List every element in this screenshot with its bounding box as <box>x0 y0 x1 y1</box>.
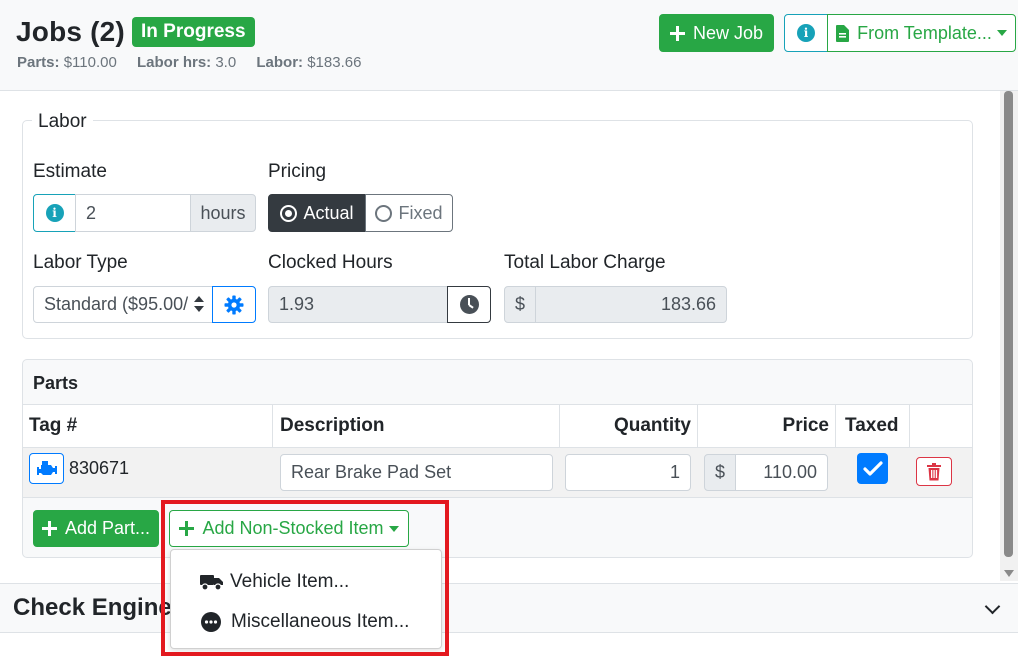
part-taxed-checkbox[interactable] <box>857 453 888 484</box>
scrollbar-thumb[interactable] <box>1004 91 1013 557</box>
add-part-button[interactable]: Add Part... <box>33 510 159 547</box>
column-header-tag: Tag # <box>29 414 78 436</box>
new-job-button[interactable]: New Job <box>659 14 774 52</box>
column-header-taxed: Taxed <box>845 414 899 436</box>
estimate-label: Estimate <box>33 161 107 182</box>
part-quantity-input[interactable]: 1 <box>565 454 691 491</box>
part-engine-button[interactable] <box>29 453 64 484</box>
labor-hrs-summary-value: 3.0 <box>215 54 237 71</box>
pricing-fixed-option[interactable]: Fixed <box>365 194 453 232</box>
clock-icon <box>459 295 479 314</box>
parts-title: Parts <box>33 373 79 393</box>
pricing-actual-label: Actual <box>303 202 354 223</box>
plus-icon <box>41 521 57 536</box>
currency-addon: $ <box>504 286 536 323</box>
from-template-dropdown[interactable]: From Template... <box>827 14 1016 52</box>
total-labor-charge-label: Total Labor Charge <box>504 252 666 273</box>
add-part-label: Add Part... <box>64 518 151 538</box>
clocked-hours-label: Clocked Hours <box>268 252 393 273</box>
total-labor-charge-field: 183.66 <box>535 286 727 323</box>
trash-icon <box>927 462 941 480</box>
radio-checked-icon <box>280 204 298 222</box>
labor-hrs-summary-label: Labor hrs: <box>136 54 212 71</box>
caret-down-icon <box>996 30 1007 36</box>
parts-summary-value: $110.00 <box>63 54 117 71</box>
labor-type-select[interactable]: Standard ($95.00/ <box>33 286 213 323</box>
part-tag-number: 830671 <box>69 458 130 478</box>
new-job-label: New Job <box>692 22 764 43</box>
clocked-hours-button[interactable] <box>447 286 491 323</box>
parts-table-header <box>23 404 972 447</box>
price-currency-addon: $ <box>704 454 736 491</box>
clocked-hours-field: 1.93 <box>268 286 448 323</box>
estimate-info-button[interactable]: i <box>33 194 76 232</box>
check-engine-title: Check Engine <box>13 594 172 621</box>
labor-type-settings-button[interactable] <box>212 286 256 323</box>
scroll-down-arrow-icon[interactable] <box>1004 570 1014 577</box>
parts-summary-label: Parts: <box>17 54 60 71</box>
estimate-input[interactable]: 2 <box>75 194 191 232</box>
scrollbar[interactable] <box>1000 91 1018 581</box>
labor-summary-value: $183.66 <box>307 54 362 71</box>
column-header-price: Price <box>782 414 829 436</box>
plus-icon <box>669 25 685 41</box>
column-header-quantity: Quantity <box>613 414 691 436</box>
labor-type-label: Labor Type <box>33 252 128 273</box>
job-summary: Parts: $110.00 Labor hrs: 3.0 Labor: $18… <box>17 54 377 71</box>
pricing-label: Pricing <box>268 161 327 182</box>
labor-type-value: Standard ($95.00/ <box>44 294 189 314</box>
status-badge: In Progress <box>132 17 255 47</box>
engine-icon <box>36 461 57 475</box>
column-header-description: Description <box>280 414 385 436</box>
labor-legend: Labor <box>32 111 93 133</box>
page-title: Jobs (2) <box>16 16 125 47</box>
radio-unchecked-icon <box>375 204 393 222</box>
check-icon <box>862 460 883 476</box>
part-price-input[interactable]: 110.00 <box>735 454 828 491</box>
pricing-actual-option[interactable]: Actual <box>268 194 366 232</box>
file-icon <box>836 24 850 42</box>
gear-icon <box>224 295 244 314</box>
labor-summary-label: Labor: <box>256 54 304 71</box>
part-description-input[interactable]: Rear Brake Pad Set <box>280 454 553 491</box>
info-icon: i <box>45 204 64 222</box>
template-info-button[interactable]: i <box>784 14 828 52</box>
from-template-label: From Template... <box>857 22 992 43</box>
estimate-unit: hours <box>190 194 256 232</box>
delete-part-button[interactable] <box>916 457 952 486</box>
info-icon: i <box>797 24 815 42</box>
pricing-fixed-label: Fixed <box>398 202 443 223</box>
select-arrows-icon <box>194 296 204 312</box>
highlight-box <box>161 500 449 656</box>
